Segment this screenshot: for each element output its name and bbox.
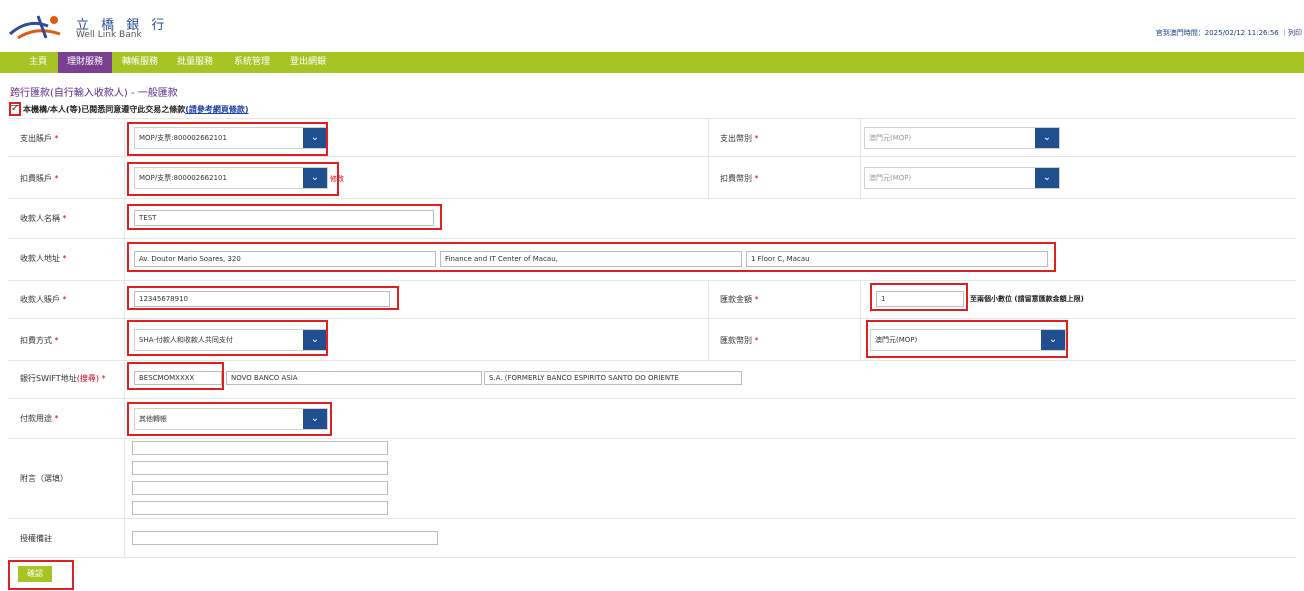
- remit-amount-label: 匯款金額 *: [720, 295, 759, 304]
- fax-remark-input[interactable]: [132, 531, 438, 545]
- nav-item-batch[interactable]: 批量服務: [168, 52, 222, 73]
- server-time-label: 官到澳門時間：: [1155, 29, 1205, 37]
- payee-name-label: 收款人名稱 *: [20, 214, 67, 223]
- charge-account-select[interactable]: MOP/支票:800002662101 ⌄: [134, 167, 328, 189]
- bank-name-input[interactable]: NOVO BANCO ASIA: [226, 371, 482, 385]
- agree-checkbox[interactable]: [10, 103, 20, 115]
- row-purpose: 付款用途 * 其他轉帳 ⌄: [8, 398, 1296, 438]
- bank-name-2-input[interactable]: S.A. (FORMERLY BANCO ESPIRITO SANTO DO O…: [484, 371, 742, 385]
- remarks-line3-input[interactable]: [132, 481, 388, 495]
- charge-account-label: 扣費賬戶 *: [20, 174, 59, 183]
- debit-currency-select: 澳門元(MOP) ⌄: [864, 127, 1060, 149]
- header: 立 橋 銀 行 Well Link Bank 官到澳門時間：2025/02/12…: [0, 0, 1304, 52]
- payee-name-input[interactable]: TEST: [134, 210, 434, 226]
- chevron-down-icon[interactable]: ⌄: [303, 168, 327, 188]
- remit-amount-note: 至兩個小數位 (請留意匯款金額上限): [970, 295, 1084, 303]
- payee-account-label: 收款人賬戶 *: [20, 295, 67, 304]
- charge-currency-value: 澳門元(MOP): [869, 174, 912, 182]
- remit-currency-value: 澳門元(MOP): [875, 336, 918, 344]
- terms-link[interactable]: (請參考網頁條款): [185, 105, 248, 114]
- row-fax-remark: 授權備註: [8, 518, 1296, 558]
- debit-currency-label: 支出幣別 *: [720, 134, 759, 143]
- payee-address-label: 收款人地址 *: [20, 254, 67, 263]
- charge-currency-label: 扣費幣別 *: [720, 174, 759, 183]
- row-bank-swift: 銀行SWIFT地址(搜尋) * BESCMOMXXXX NOVO BANCO A…: [8, 360, 1296, 398]
- bank-logo: [9, 15, 61, 40]
- payee-address-line2-input[interactable]: Finance and IT Center of Macau,: [440, 251, 742, 267]
- nav-item-wealth[interactable]: 理財服務: [58, 52, 112, 73]
- charge-method-value: SHA-付款人和收款人共同支付: [139, 336, 233, 344]
- row-charge-method: 扣費方式 * SHA-付款人和收款人共同支付 ⌄ 匯款幣別 * 澳門元(MOP)…: [8, 318, 1296, 360]
- page-title: 跨行匯款(自行輸入收款人) - 一般匯款: [10, 88, 178, 99]
- debit-account-value: MOP/支票:800002662101: [139, 134, 227, 142]
- charge-account-value: MOP/支票:800002662101: [139, 174, 227, 182]
- print-link[interactable]: ｜列印: [1281, 29, 1302, 37]
- charge-method-label: 扣費方式 *: [20, 336, 59, 345]
- fax-remark-label: 授權備註: [20, 534, 52, 543]
- agree-row: 本機構/本人(等)已閱悉同意遵守此交易之條款(請參考網頁條款): [10, 103, 249, 115]
- main-nav: 主頁 理財服務 轉帳服務 批量服務 系統管理 登出網銀: [0, 52, 1304, 73]
- payee-address-line3-input[interactable]: 1 Floor C, Macau: [746, 251, 1048, 267]
- remit-currency-label: 匯款幣別 *: [720, 336, 759, 345]
- bank-swift-label: 銀行SWIFT地址(搜尋) *: [20, 374, 106, 383]
- server-time: 官到澳門時間：2025/02/12 11:26:56 ｜列印: [1156, 28, 1302, 38]
- chevron-down-icon[interactable]: ⌄: [1041, 330, 1065, 350]
- debit-account-label: 支出賬戶 *: [20, 134, 59, 143]
- swift-code-input[interactable]: BESCMOMXXXX: [134, 371, 222, 385]
- charge-method-select[interactable]: SHA-付款人和收款人共同支付 ⌄: [134, 329, 328, 351]
- remarks-line1-input[interactable]: [132, 441, 388, 455]
- debit-account-select[interactable]: MOP/支票:800002662101 ⌄: [134, 127, 328, 149]
- row-payee-address: 收款人地址 * Av. Doutor Mario Soares, 320 Fin…: [8, 238, 1296, 280]
- swift-search-link[interactable]: (搜尋): [77, 374, 99, 383]
- row-debit-account: 支出賬戶 * MOP/支票:800002662101 ⌄ 支出幣別 * 澳門元(…: [8, 118, 1296, 156]
- nav-item-system[interactable]: 系統管理: [224, 52, 280, 73]
- remarks-line4-input[interactable]: [132, 501, 388, 515]
- purpose-label: 付款用途 *: [20, 414, 59, 423]
- remarks-line2-input[interactable]: [132, 461, 388, 475]
- nav-item-home[interactable]: 主頁: [20, 52, 56, 73]
- nav-item-transfer[interactable]: 轉帳服務: [114, 52, 166, 73]
- agree-text: 本機構/本人(等)已閱悉同意遵守此交易之條款: [23, 105, 186, 114]
- row-remarks: 附言（選填）: [8, 438, 1296, 518]
- purpose-value: 其他轉帳: [139, 415, 167, 423]
- remit-currency-select[interactable]: 澳門元(MOP) ⌄: [870, 329, 1066, 351]
- chevron-down-icon: ⌄: [1035, 168, 1059, 188]
- logo-english-text: Well Link Bank: [76, 30, 142, 40]
- purpose-select[interactable]: 其他轉帳 ⌄: [134, 408, 328, 430]
- nav-item-logout[interactable]: 登出網銀: [282, 52, 334, 73]
- charge-currency-select: 澳門元(MOP) ⌄: [864, 167, 1060, 189]
- payee-address-line1-input[interactable]: Av. Doutor Mario Soares, 320: [134, 251, 436, 267]
- chevron-down-icon[interactable]: ⌄: [303, 128, 327, 148]
- row-payee-account: 收款人賬戶 * 12345678910 匯款金額 * 1 至兩個小數位 (請留意…: [8, 280, 1296, 318]
- debit-currency-value: 澳門元(MOP): [869, 134, 912, 142]
- chevron-down-icon[interactable]: ⌄: [303, 409, 327, 429]
- server-time-value: 2025/02/12 11:26:56: [1204, 29, 1279, 37]
- charge-account-edit-link[interactable]: 修改: [330, 174, 344, 184]
- remarks-label: 附言（選填）: [20, 474, 68, 483]
- chevron-down-icon[interactable]: ⌄: [303, 330, 327, 350]
- payee-account-input[interactable]: 12345678910: [134, 291, 390, 307]
- confirm-button[interactable]: 確認: [18, 566, 52, 582]
- remit-amount-input[interactable]: 1: [876, 291, 964, 307]
- row-charge-account: 扣費賬戶 * MOP/支票:800002662101 ⌄ 修改 扣費幣別 * 澳…: [8, 156, 1296, 198]
- chevron-down-icon: ⌄: [1035, 128, 1059, 148]
- row-payee-name: 收款人名稱 * TEST: [8, 198, 1296, 238]
